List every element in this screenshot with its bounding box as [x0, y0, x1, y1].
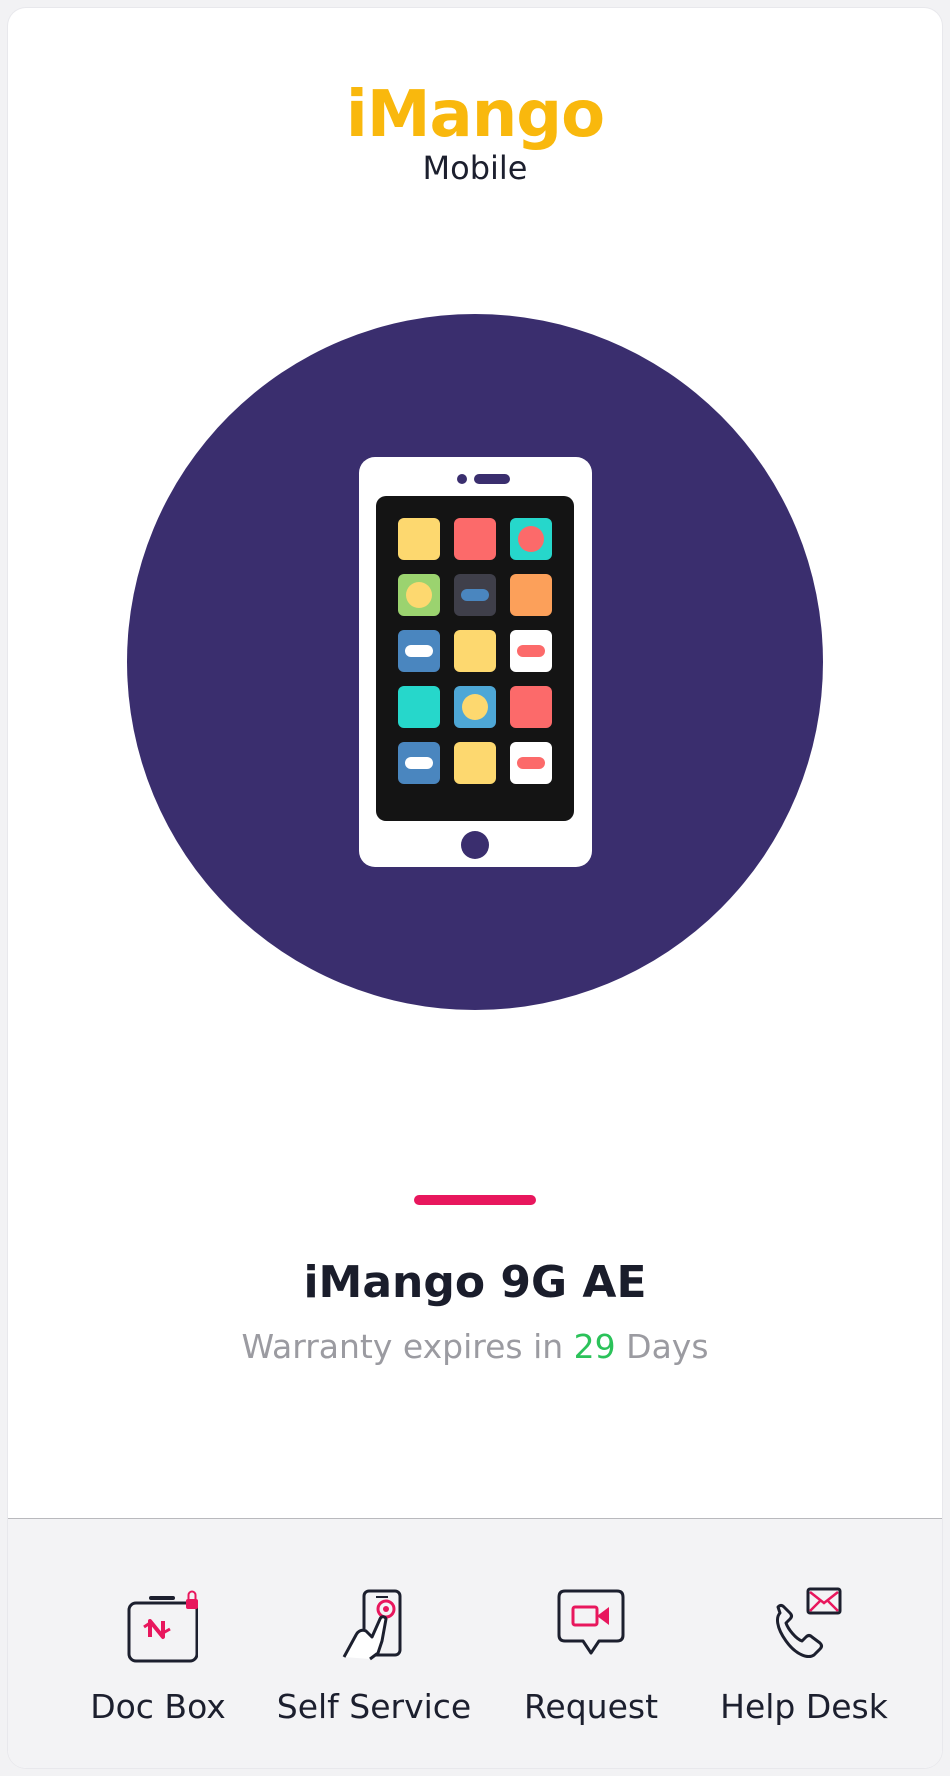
- nav-request-label: Request: [523, 1687, 659, 1726]
- nav-self-service-label: Self Service: [276, 1687, 472, 1726]
- nav-doc-box[interactable]: Doc Box: [68, 1519, 248, 1768]
- bottom-nav-bar: Doc Box Self Service Request Help Desk: [8, 1518, 942, 1768]
- accent-divider: [414, 1195, 536, 1205]
- help-desk-icon: [776, 1587, 842, 1658]
- phone-camera: [457, 474, 467, 484]
- warranty-days-count: 29: [573, 1327, 616, 1366]
- warranty-prefix: Warranty expires in: [241, 1327, 564, 1366]
- nav-self-service[interactable]: Self Service: [274, 1519, 474, 1768]
- nav-help-desk[interactable]: Help Desk: [704, 1519, 904, 1768]
- warranty-suffix: Days: [626, 1327, 709, 1366]
- nav-help-desk-label: Help Desk: [720, 1687, 888, 1726]
- device-name: iMango 9G AE: [303, 1257, 647, 1308]
- app-icon: [510, 686, 552, 728]
- app-icon: [454, 518, 496, 560]
- self-service-icon: [342, 1589, 402, 1661]
- app-icon: [510, 574, 552, 616]
- brand-subtitle: Mobile: [422, 149, 528, 187]
- brand-name: iMango: [345, 78, 605, 152]
- phone-speaker: [474, 474, 510, 484]
- phone-home-button: [461, 831, 489, 859]
- app-icon: [398, 686, 440, 728]
- nav-request[interactable]: Request: [496, 1519, 686, 1768]
- video-request-icon: [557, 1589, 625, 1655]
- phone-illustration: [127, 314, 823, 1010]
- app-icon: [454, 742, 496, 784]
- warranty-status: Warranty expires in 29 Days: [8, 1326, 942, 1368]
- app-icon: [398, 518, 440, 560]
- app-icon: [454, 630, 496, 672]
- doc-box-icon: [127, 1590, 198, 1663]
- brand-logo: iMango Mobile: [8, 80, 942, 186]
- main-card: iMango Mobile iMango 9G AE Warranty expi…: [8, 8, 942, 1768]
- nav-doc-box-label: Doc Box: [90, 1687, 226, 1726]
